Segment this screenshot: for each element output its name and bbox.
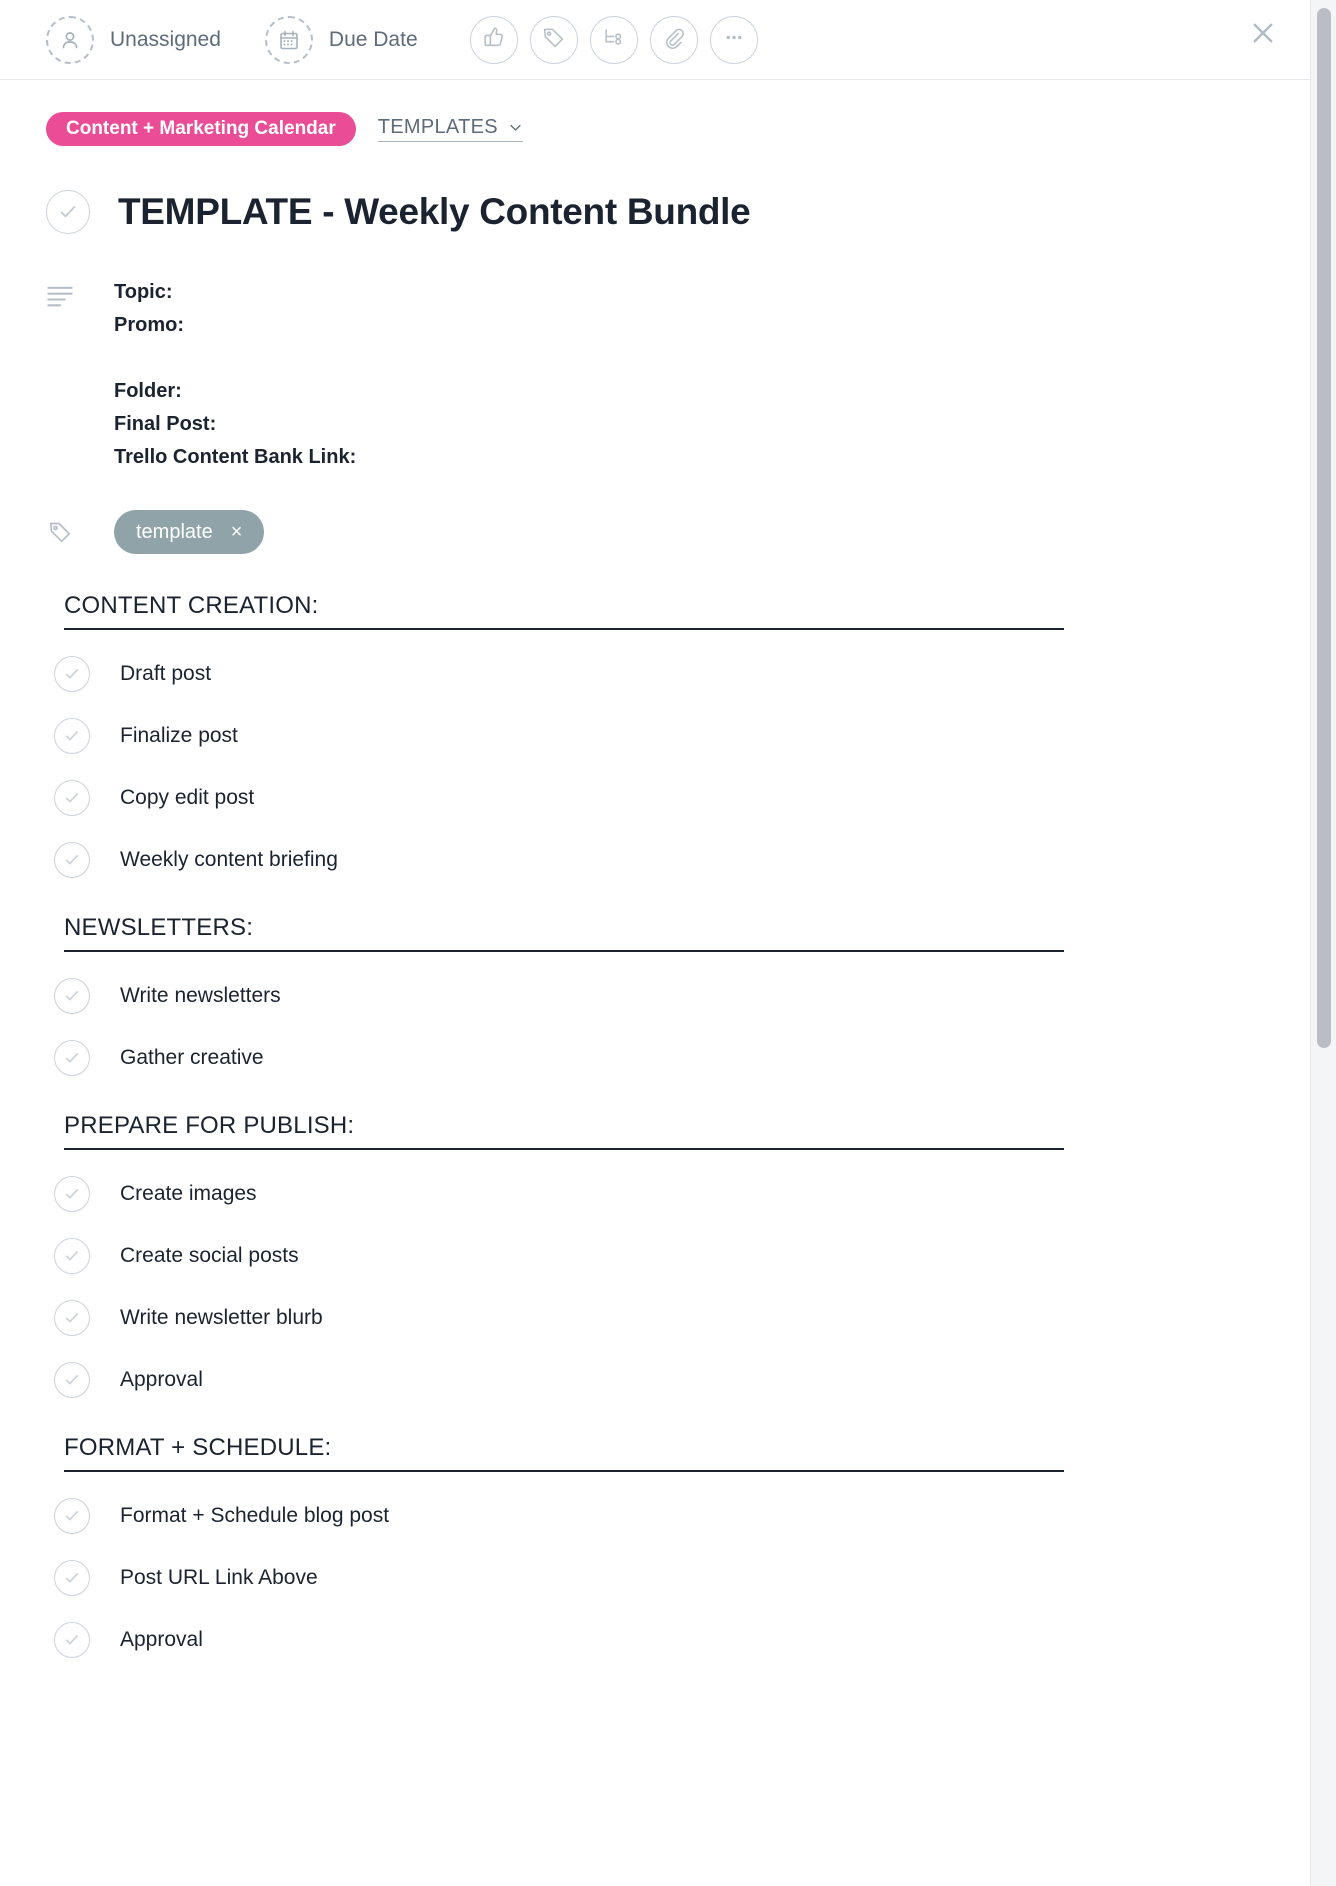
subtask-button[interactable] xyxy=(589,15,638,64)
due-date-label: Due Date xyxy=(328,27,418,51)
tag-icon xyxy=(541,25,566,55)
checklist-item[interactable]: Write newsletter blurb xyxy=(54,1300,1264,1336)
description-blank-line xyxy=(114,342,356,375)
tag-label: template xyxy=(136,520,213,543)
checklist-item-label: Copy edit post xyxy=(120,786,255,809)
checklist-item[interactable]: Format + Schedule blog post xyxy=(54,1498,1264,1534)
checklist-item[interactable]: Gather creative xyxy=(54,1040,1264,1076)
user-outline-icon xyxy=(46,15,94,64)
checklist-item[interactable]: Post URL Link Above xyxy=(54,1560,1264,1596)
checklist-item[interactable]: Create social posts xyxy=(54,1238,1264,1274)
board-badge[interactable]: Content + Marketing Calendar xyxy=(46,112,356,146)
description-lines-icon xyxy=(46,276,76,474)
checklist-item-label: Format + Schedule blog post xyxy=(120,1504,390,1527)
like-button[interactable] xyxy=(469,15,518,64)
checkbox-icon[interactable] xyxy=(54,978,90,1014)
checklist-section: NEWSLETTERS: Write newsletters Gather cr… xyxy=(46,914,1264,1076)
description-body[interactable]: Topic: Promo: Folder: Final Post: Trello… xyxy=(114,276,356,474)
attach-button[interactable] xyxy=(649,15,698,64)
checkbox-icon[interactable] xyxy=(54,1040,90,1076)
checkbox-icon[interactable] xyxy=(54,718,90,754)
remove-tag-icon[interactable]: × xyxy=(231,522,243,542)
ellipsis-icon xyxy=(721,25,746,55)
tag-chip-template[interactable]: template × xyxy=(114,510,265,554)
description-section: Topic: Promo: Folder: Final Post: Trello… xyxy=(46,276,1264,474)
checklist-item-label: Post URL Link Above xyxy=(120,1566,318,1589)
checklist-title: FORMAT + SCHEDULE: xyxy=(64,1434,1064,1472)
list-selector[interactable]: TEMPLATES xyxy=(377,116,523,142)
checklist-item[interactable]: Finalize post xyxy=(54,718,1264,754)
checklist-item[interactable]: Weekly content briefing xyxy=(54,842,1264,878)
checklist-item-label: Write newsletter blurb xyxy=(120,1306,323,1329)
card-content: Content + Marketing Calendar TEMPLATES T… xyxy=(0,112,1310,1658)
description-line: Folder: xyxy=(114,380,182,402)
paperclip-icon xyxy=(661,25,686,55)
checklist-item-label: Gather creative xyxy=(120,1046,264,1069)
checklist-item[interactable]: Create images xyxy=(54,1176,1264,1212)
list-name-label: TEMPLATES xyxy=(377,116,498,138)
tag-icon xyxy=(46,519,76,545)
checkbox-icon[interactable] xyxy=(54,1176,90,1212)
checkbox-icon[interactable] xyxy=(54,1498,90,1534)
assignee-control[interactable]: Unassigned xyxy=(46,15,221,64)
toolbar-actions xyxy=(469,15,758,64)
scrollbar-thumb[interactable] xyxy=(1317,8,1331,1048)
checklist-title: PREPARE FOR PUBLISH: xyxy=(64,1112,1064,1150)
more-button[interactable] xyxy=(709,15,758,64)
checkbox-icon[interactable] xyxy=(54,656,90,692)
checkbox-icon[interactable] xyxy=(54,842,90,878)
description-line: Topic: xyxy=(114,281,173,303)
checklist-item-label: Approval xyxy=(120,1628,203,1651)
checkbox-icon[interactable] xyxy=(54,1362,90,1398)
checklist-item-label: Create social posts xyxy=(120,1244,299,1267)
tag-button[interactable] xyxy=(529,15,578,64)
tags-section: template × xyxy=(46,510,1264,554)
checklist-section: PREPARE FOR PUBLISH: Create images Creat… xyxy=(46,1112,1264,1398)
card-title-row: TEMPLATE - Weekly Content Bundle xyxy=(46,190,1264,234)
close-icon xyxy=(1249,19,1277,47)
subtask-branch-icon xyxy=(601,25,626,55)
card-detail-view: Unassigned Due Date Content + Marketing … xyxy=(0,0,1336,1886)
checklist-item[interactable]: Approval xyxy=(54,1622,1264,1658)
checklist-item[interactable]: Write newsletters xyxy=(54,978,1264,1014)
description-line: Trello Content Bank Link: xyxy=(114,446,357,468)
checkbox-icon[interactable] xyxy=(54,1560,90,1596)
checklist-title: NEWSLETTERS: xyxy=(64,914,1064,952)
checklist-item-label: Approval xyxy=(120,1368,203,1391)
calendar-icon xyxy=(264,15,313,64)
checklist-item-label: Create images xyxy=(120,1182,257,1205)
checklist-item-label: Write newsletters xyxy=(120,984,281,1007)
checklist-title: CONTENT CREATION: xyxy=(64,592,1064,630)
checklist-section: CONTENT CREATION: Draft post Finalize po… xyxy=(46,592,1264,878)
description-line: Promo: xyxy=(114,314,184,336)
checklist-item-label: Weekly content briefing xyxy=(120,848,338,871)
checklist-item[interactable]: Copy edit post xyxy=(54,780,1264,816)
card-complete-toggle[interactable] xyxy=(46,190,90,234)
breadcrumb: Content + Marketing Calendar TEMPLATES xyxy=(46,112,1264,146)
vertical-scrollbar[interactable] xyxy=(1310,0,1336,1886)
due-date-control[interactable]: Due Date xyxy=(264,15,418,64)
checklist-item[interactable]: Approval xyxy=(54,1362,1264,1398)
checkbox-icon[interactable] xyxy=(54,780,90,816)
checklist-item[interactable]: Draft post xyxy=(54,656,1264,692)
checklist-section: FORMAT + SCHEDULE: Format + Schedule blo… xyxy=(46,1434,1264,1658)
card-toolbar: Unassigned Due Date xyxy=(0,0,1310,80)
checkbox-icon[interactable] xyxy=(54,1238,90,1274)
checklist-item-label: Finalize post xyxy=(120,724,238,747)
thumbs-up-icon xyxy=(481,25,506,55)
checklist-item-label: Draft post xyxy=(120,662,212,685)
checkbox-icon[interactable] xyxy=(54,1622,90,1658)
close-button[interactable] xyxy=(1242,12,1284,54)
description-line: Final Post: xyxy=(114,413,217,435)
assignee-label: Unassigned xyxy=(110,27,221,51)
checkbox-icon[interactable] xyxy=(54,1300,90,1336)
card-panel: Unassigned Due Date Content + Marketing … xyxy=(0,0,1310,1886)
chevron-down-icon xyxy=(508,120,523,135)
page-title: TEMPLATE - Weekly Content Bundle xyxy=(118,191,751,232)
